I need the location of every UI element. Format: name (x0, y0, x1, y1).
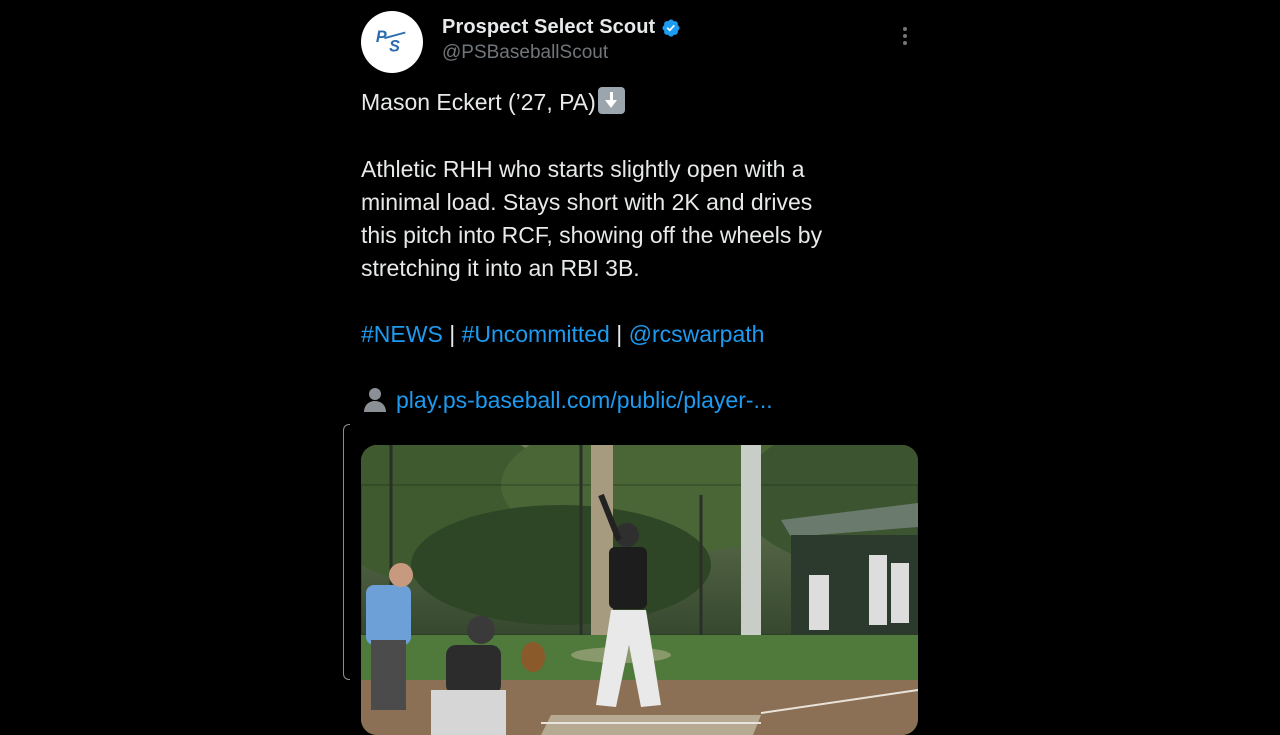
more-options-button[interactable] (895, 22, 915, 50)
author-avatar[interactable]: P S (361, 11, 423, 73)
verified-badge-icon (662, 18, 680, 37)
tweet-body-line: stretching it into an RBI 3B. (361, 255, 640, 281)
player-name-text: Mason Eckert (’27, PA) (361, 89, 596, 115)
mention-link[interactable]: @rcswarpath (629, 321, 765, 347)
author-name-row: Prospect Select Scout (442, 16, 681, 39)
thread-connector-line (343, 424, 350, 680)
bust-silhouette-emoji (364, 388, 386, 412)
author-display-name[interactable]: Prospect Select Scout (442, 16, 655, 39)
video-media[interactable] (361, 445, 918, 735)
player-profile-link[interactable]: play.ps-baseball.com/public/player-... (396, 387, 773, 413)
tweet-body-line: this pitch into RCF, showing off the whe… (361, 222, 823, 248)
ps-logo-icon: P S (376, 28, 406, 56)
tweet-tags-line: #NEWS | #Uncommitted | @rcswarpath (361, 318, 764, 351)
tweet-title-line: Mason Eckert (’27, PA) (361, 86, 625, 119)
baseball-video-still (361, 445, 918, 735)
svg-text:S: S (389, 38, 400, 56)
separator: | (616, 321, 623, 347)
tweet: P S Prospect Select Scout @PSBaseballSco… (343, 0, 921, 735)
tweet-link-line: play.ps-baseball.com/public/player-... (361, 384, 773, 417)
hashtag-uncommitted-link[interactable]: #Uncommitted (462, 321, 610, 347)
tweet-body-line: Athletic RHH who starts slightly open wi… (361, 156, 805, 182)
more-vertical-icon (903, 27, 907, 31)
tweet-body-line: minimal load. Stays short with 2K and dr… (361, 189, 813, 215)
down-arrow-emoji (597, 87, 625, 114)
separator: | (449, 321, 456, 347)
author-handle[interactable]: @PSBaseballScout (442, 42, 608, 64)
hashtag-news-link[interactable]: #NEWS (361, 321, 443, 347)
